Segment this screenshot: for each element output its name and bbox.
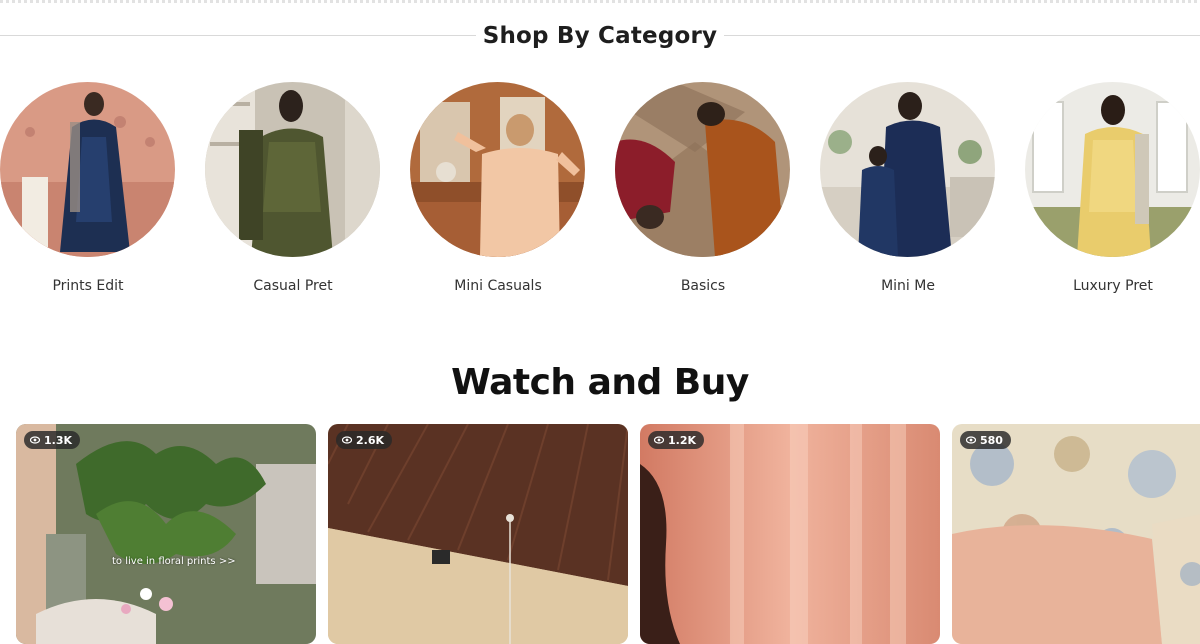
video-card[interactable]: 1.2K (640, 424, 940, 644)
video-thumbnail (16, 424, 316, 644)
view-count: 1.3K (44, 433, 73, 447)
category-image (205, 82, 380, 257)
category-mini-me[interactable]: Mini Me (820, 82, 996, 302)
eye-icon (654, 436, 664, 444)
video-caption: to live in floral prints >> (112, 556, 236, 567)
heading-rule-right (724, 35, 1200, 36)
heading-rule-left (0, 35, 476, 36)
category-prints-edit[interactable]: Prints Edit (0, 82, 176, 302)
view-count-badge: 580 (960, 431, 1011, 449)
view-count-badge: 2.6K (336, 431, 393, 449)
video-card[interactable]: 2.6K (328, 424, 628, 644)
video-thumbnail (952, 424, 1200, 644)
video-card[interactable]: 580 (952, 424, 1200, 644)
category-luxury-pret[interactable]: Luxury Pret (1025, 82, 1200, 302)
category-label: Luxury Pret (1073, 278, 1153, 294)
view-count: 580 (980, 433, 1003, 447)
category-casual-pret[interactable]: Casual Pret (205, 82, 381, 302)
category-carousel: Prints Edit Casual Pret Mini Casuals Bas… (0, 82, 1200, 312)
view-count: 1.2K (668, 433, 697, 447)
category-image (410, 82, 585, 257)
eye-icon (30, 436, 40, 444)
category-basics[interactable]: Basics (615, 82, 791, 302)
shop-by-category-header: Shop By Category (0, 14, 1200, 58)
category-image (820, 82, 995, 257)
view-count: 2.6K (356, 433, 385, 447)
view-count-badge: 1.3K (24, 431, 81, 449)
watch-and-buy-title: Watch and Buy (451, 362, 749, 403)
category-label: Prints Edit (52, 278, 124, 294)
video-thumbnail (328, 424, 628, 644)
category-label: Basics (680, 278, 726, 294)
eye-icon (342, 436, 352, 444)
view-count-badge: 1.2K (648, 431, 705, 449)
category-image (0, 82, 175, 257)
category-image (615, 82, 790, 257)
section-title: Shop By Category (468, 23, 732, 49)
category-label: Casual Pret (253, 278, 333, 294)
category-label: Mini Me (881, 278, 935, 294)
category-mini-casuals[interactable]: Mini Casuals (410, 82, 586, 302)
category-image (1025, 82, 1200, 257)
video-carousel: 1.3K to live in floral prints >> 2.6K 1.… (0, 424, 1200, 644)
eye-icon (966, 436, 976, 444)
top-divider (0, 0, 1200, 3)
video-thumbnail (640, 424, 940, 644)
category-label: Mini Casuals (454, 278, 542, 294)
video-card[interactable]: 1.3K to live in floral prints >> (16, 424, 316, 644)
